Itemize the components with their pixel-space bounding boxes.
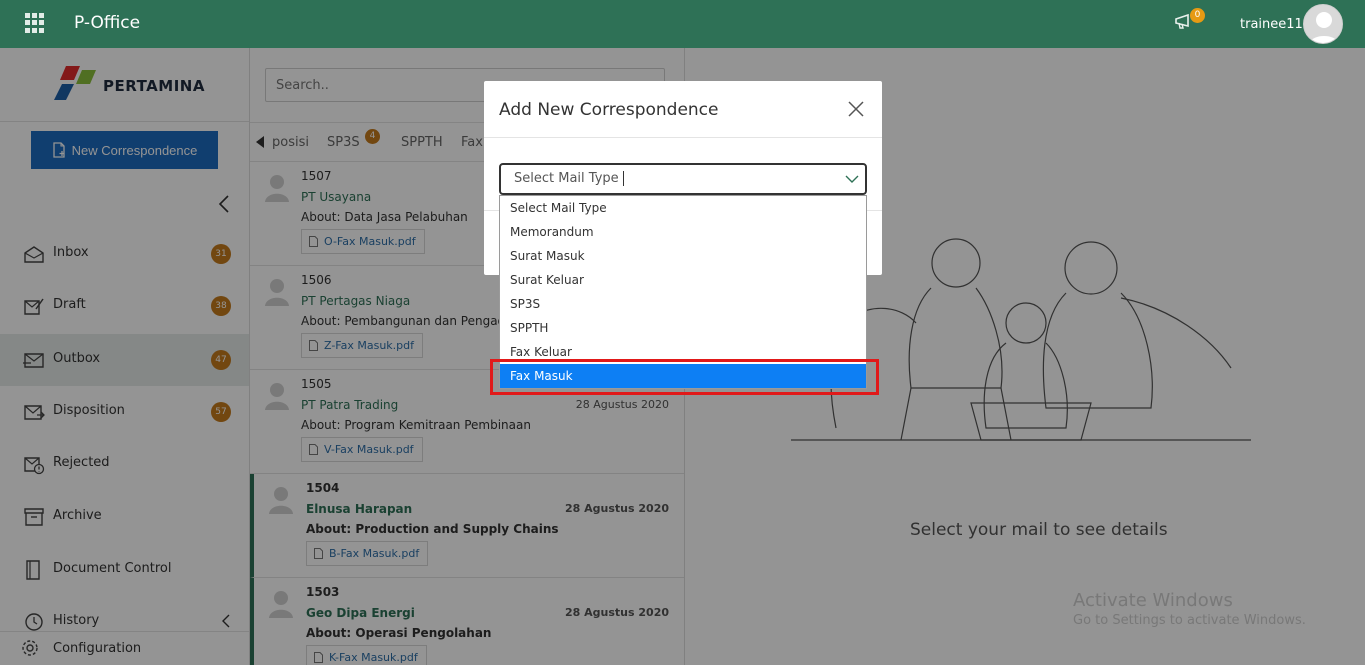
option-sp3s[interactable]: SP3S [500, 292, 866, 316]
notification-badge: 0 [1190, 8, 1205, 23]
option-sppth[interactable]: SPPTH [500, 316, 866, 340]
text-cursor [622, 171, 624, 186]
username[interactable]: trainee11 [1240, 17, 1303, 32]
option-select-mail-type[interactable]: Select Mail Type [500, 196, 866, 220]
apps-grid-icon[interactable] [25, 13, 45, 33]
annotation-highlight-box [490, 359, 879, 395]
option-surat-masuk[interactable]: Surat Masuk [500, 244, 866, 268]
app-title: P-Office [74, 13, 141, 33]
user-avatar[interactable] [1303, 4, 1343, 44]
option-memorandum[interactable]: Memorandum [500, 220, 866, 244]
modal-divider [484, 137, 882, 138]
user-silhouette-icon [1309, 12, 1339, 43]
option-surat-keluar[interactable]: Surat Keluar [500, 268, 866, 292]
close-icon[interactable] [848, 101, 864, 117]
mail-type-select[interactable]: Select Mail Type [499, 163, 867, 195]
chevron-down-icon [845, 175, 859, 183]
top-bar: P-Office 0 trainee11 [0, 0, 1365, 48]
modal-title: Add New Correspondence [499, 100, 719, 120]
select-value: Select Mail Type [514, 171, 619, 186]
